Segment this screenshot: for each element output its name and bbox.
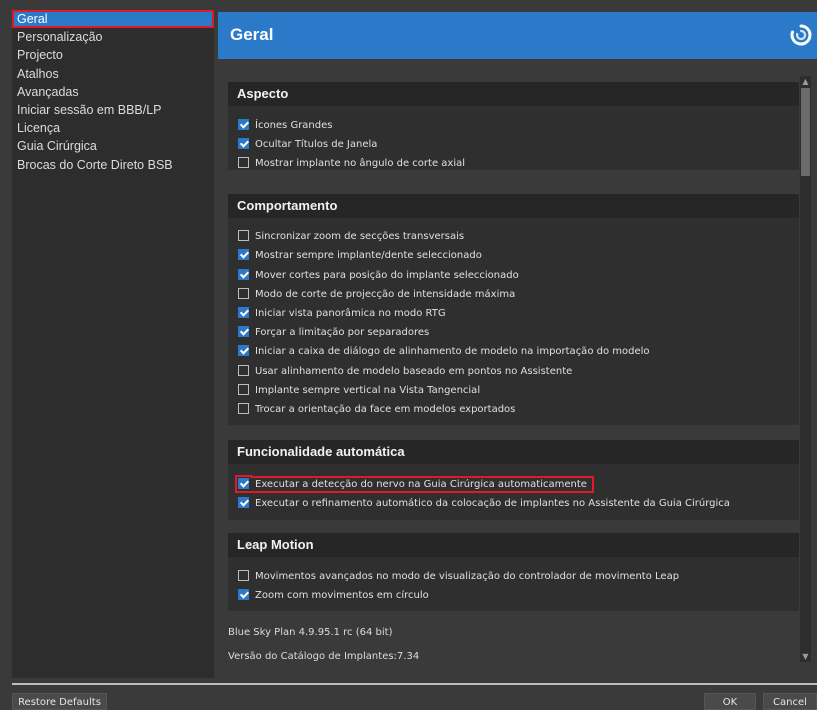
section-title: Funcionalidade automática: [228, 440, 799, 464]
option-label: Sincronizar zoom de secções transversais: [255, 231, 465, 242]
sidebar-item-personalizacao[interactable]: Personalização: [12, 28, 214, 46]
checkbox[interactable]: [238, 288, 249, 299]
sidebar-item-guia-cirurgica[interactable]: Guia Cirúrgica: [12, 137, 214, 155]
version-text: Blue Sky Plan 4.9.95.1 rc (64 bit): [228, 627, 393, 638]
highlight-box: Executar a detecção do nervo na Guia Cir…: [235, 476, 594, 493]
sidebar: Geral Personalização Projecto Atalhos Av…: [12, 10, 214, 678]
sidebar-item-geral[interactable]: Geral: [12, 10, 214, 29]
checkbox[interactable]: [238, 478, 249, 489]
catalog-version-text: Versão do Catálogo de Implantes:7.34: [228, 651, 420, 662]
option-modo-corte-projeccao[interactable]: Modo de corte de projecção de intensidad…: [238, 287, 515, 303]
option-label: Zoom com movimentos em círculo: [255, 590, 429, 601]
section-funcionalidade-automatica: Funcionalidade automática Executar a det…: [228, 440, 799, 520]
page-title: Geral: [230, 25, 274, 44]
scroll-thumb[interactable]: [801, 88, 810, 176]
checkbox[interactable]: [238, 119, 249, 130]
option-label: Ocultar Títulos de Janela: [255, 139, 378, 150]
checkbox[interactable]: [238, 230, 249, 241]
sidebar-item-avancadas[interactable]: Avançadas: [12, 83, 214, 101]
option-zoom-circulo[interactable]: Zoom com movimentos em círculo: [238, 588, 429, 604]
section-title: Aspecto: [228, 82, 799, 106]
scroll-down-arrow-icon[interactable]: ▼: [800, 651, 811, 662]
option-ocultar-titulos[interactable]: Ocultar Títulos de Janela: [238, 137, 377, 153]
option-forcar-limitacao[interactable]: Forçar a limitação por separadores: [238, 325, 429, 341]
preferences-window: Geral Personalização Projecto Atalhos Av…: [0, 0, 817, 710]
sidebar-item-iniciar-sessao[interactable]: Iniciar sessão em BBB/LP: [12, 101, 214, 119]
checkbox[interactable]: [238, 157, 249, 168]
option-alinhamento-importacao[interactable]: Iniciar a caixa de diálogo de alinhament…: [238, 344, 650, 360]
sidebar-item-licenca[interactable]: Licença: [12, 119, 214, 137]
checkbox[interactable]: [238, 589, 249, 600]
refresh-swirl-icon: [790, 24, 812, 46]
cancel-button[interactable]: Cancel: [763, 693, 817, 710]
option-label: Forçar a limitação por separadores: [255, 327, 430, 338]
section-leap-motion: Leap Motion Movimentos avançados no modo…: [228, 533, 799, 611]
section-comportamento: Comportamento Sincronizar zoom de secçõe…: [228, 194, 799, 425]
option-alinhamento-pontos[interactable]: Usar alinhamento de modelo baseado em po…: [238, 364, 572, 380]
option-vista-panoramica[interactable]: Iniciar vista panorâmica no modo RTG: [238, 306, 446, 322]
option-label: Executar o refinamento automático da col…: [255, 498, 730, 509]
sidebar-item-atalhos[interactable]: Atalhos: [12, 65, 214, 83]
scroll-up-arrow-icon[interactable]: ▲: [800, 76, 811, 87]
option-label: Modo de corte de projecção de intensidad…: [255, 289, 516, 300]
option-icones-grandes[interactable]: Ícones Grandes: [238, 118, 332, 134]
option-label: Executar a detecção do nervo na Guia Cir…: [255, 479, 587, 490]
option-trocar-orientacao[interactable]: Trocar a orientação da face em modelos e…: [238, 402, 515, 418]
option-label: Iniciar a caixa de diálogo de alinhament…: [255, 346, 650, 357]
footer-divider: [12, 683, 817, 685]
option-label: Implante sempre vertical na Vista Tangen…: [255, 385, 481, 396]
checkbox[interactable]: [238, 326, 249, 337]
checkbox[interactable]: [238, 307, 249, 318]
option-movimentos-avancados[interactable]: Movimentos avançados no modo de visualiz…: [238, 569, 679, 585]
checkbox[interactable]: [238, 365, 249, 376]
ok-button[interactable]: OK: [704, 693, 756, 710]
option-label: Mostrar implante no ângulo de corte axia…: [255, 158, 466, 169]
option-mover-cortes[interactable]: Mover cortes para posição do implante se…: [238, 268, 519, 284]
checkbox[interactable]: [238, 138, 249, 149]
option-mostrar-implante[interactable]: Mostrar sempre implante/dente selecciona…: [238, 248, 482, 264]
option-mostrar-implante-axial[interactable]: Mostrar implante no ângulo de corte axia…: [238, 156, 465, 172]
page-header: Geral: [218, 12, 817, 59]
restore-defaults-button[interactable]: Restore Defaults: [12, 693, 107, 710]
option-implante-vertical[interactable]: Implante sempre vertical na Vista Tangen…: [238, 383, 480, 399]
option-label: Trocar a orientação da face em modelos e…: [255, 404, 516, 415]
option-label: Iniciar vista panorâmica no modo RTG: [255, 308, 446, 319]
option-refinamento-automatico[interactable]: Executar o refinamento automático da col…: [238, 496, 730, 512]
settings-content: Aspecto Ícones Grandes Ocultar Títulos d…: [218, 62, 799, 675]
vertical-scrollbar[interactable]: ▲ ▼: [800, 76, 811, 662]
option-label: Ícones Grandes: [255, 120, 333, 131]
checkbox[interactable]: [238, 403, 249, 414]
section-aspecto: Aspecto Ícones Grandes Ocultar Títulos d…: [228, 82, 799, 170]
option-label: Usar alinhamento de modelo baseado em po…: [255, 366, 573, 377]
checkbox[interactable]: [238, 249, 249, 260]
option-sincronizar-zoom[interactable]: Sincronizar zoom de secções transversais: [238, 229, 464, 245]
sidebar-item-brocas[interactable]: Brocas do Corte Direto BSB: [12, 156, 214, 174]
option-label: Mostrar sempre implante/dente selecciona…: [255, 250, 482, 261]
checkbox[interactable]: [238, 570, 249, 581]
section-title: Leap Motion: [228, 533, 799, 557]
checkbox[interactable]: [238, 497, 249, 508]
option-label: Movimentos avançados no modo de visualiz…: [255, 571, 680, 582]
checkbox[interactable]: [238, 345, 249, 356]
checkbox[interactable]: [238, 384, 249, 395]
checkbox[interactable]: [238, 269, 249, 280]
sidebar-item-projecto[interactable]: Projecto: [12, 46, 214, 64]
option-label: Mover cortes para posição do implante se…: [255, 270, 519, 281]
option-deteccao-nervo[interactable]: Executar a detecção do nervo na Guia Cir…: [235, 476, 594, 493]
section-title: Comportamento: [228, 194, 799, 218]
